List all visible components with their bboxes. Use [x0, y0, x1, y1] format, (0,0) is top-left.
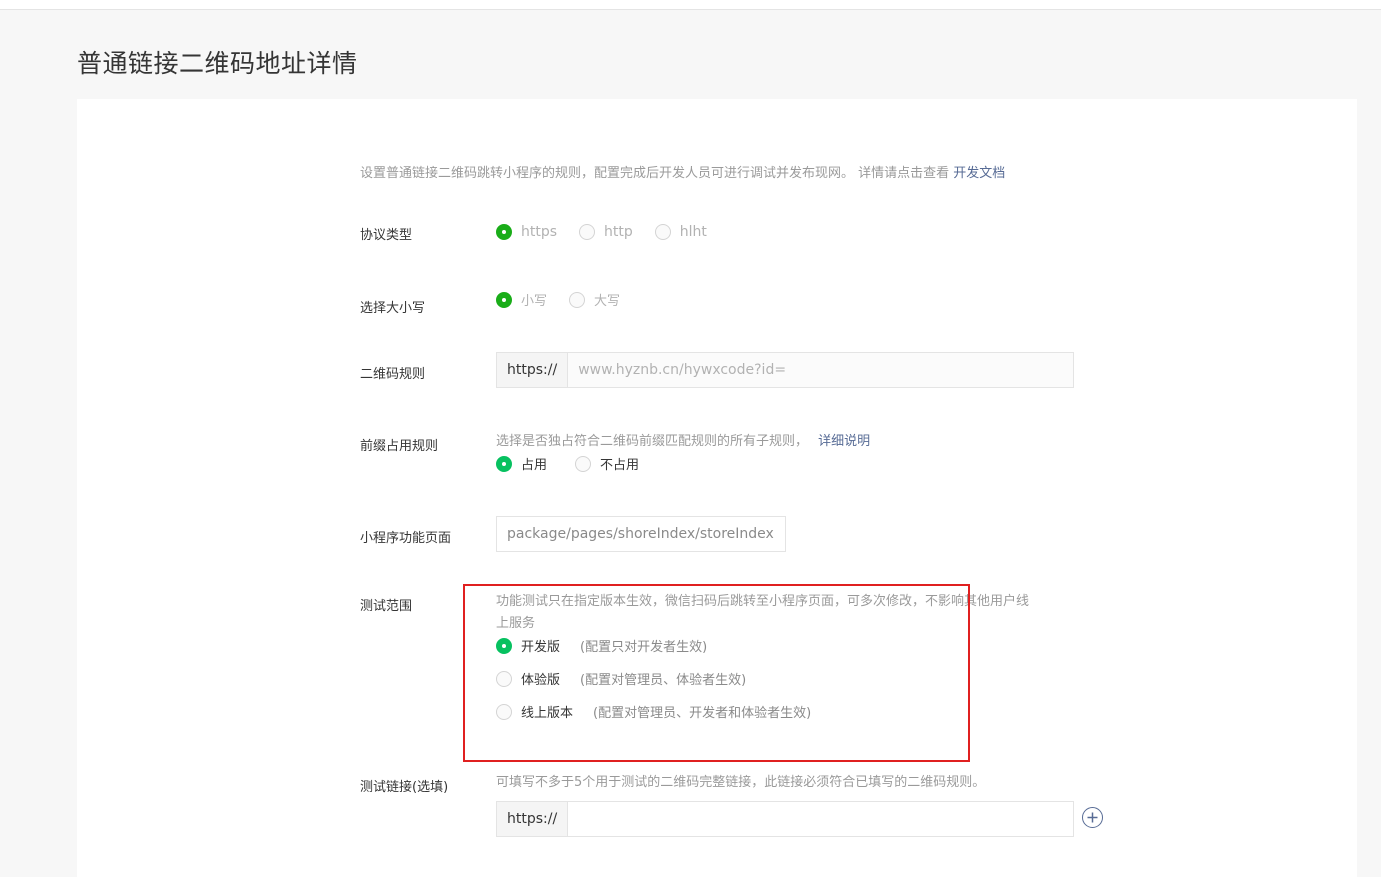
radio-unchecked-icon[interactable] [569, 291, 586, 308]
radio-unchecked-icon[interactable] [496, 703, 512, 720]
test-link-label: 测试链接(选填) [360, 780, 449, 795]
test-link-input-group: https:// [496, 801, 1074, 837]
case-radio-group: 小写 大写 [496, 290, 642, 309]
protocol-option-label: hlht [679, 224, 707, 240]
prefix-rule-help: 选择是否独占符合二维码前缀匹配规则的所有子规则， 详细说明 [496, 430, 870, 449]
protocol-radio-group: https http hlht [496, 224, 729, 240]
test-scope-option-note: (配置对管理员、体验者生效) [580, 673, 747, 688]
case-option-upper[interactable]: 大写 [569, 290, 620, 309]
case-option-label: 大写 [594, 294, 621, 309]
prefix-rule-radio-group: 占用 不占用 [496, 454, 661, 473]
dev-docs-link[interactable]: 开发文档 [953, 166, 1005, 181]
test-link-input[interactable] [568, 802, 1073, 836]
radio-unchecked-icon[interactable] [579, 224, 596, 240]
test-scope-option-label: 体验版 [521, 673, 561, 688]
radio-checked-icon[interactable] [496, 224, 512, 240]
case-option-label: 小写 [521, 294, 548, 309]
top-bar [0, 0, 1381, 10]
mini-page-input[interactable] [496, 516, 786, 552]
prefix-rule-detail-link[interactable]: 详细说明 [818, 434, 870, 449]
radio-unchecked-icon[interactable] [654, 224, 671, 240]
page-title: 普通链接二维码地址详情 [77, 49, 358, 78]
prefix-rule-help-text: 选择是否独占符合二维码前缀匹配规则的所有子规则， [496, 434, 809, 449]
intro-text: 设置普通链接二维码跳转小程序的规则，配置完成后开发人员可进行调试并发布现网。 详… [360, 162, 1005, 181]
qr-rule-input[interactable] [568, 353, 1073, 387]
test-scope-option-trial[interactable]: 体验版 (配置对管理员、体验者生效) [496, 669, 746, 688]
prefix-option-label: 不占用 [600, 458, 640, 473]
test-link-prefix: https:// [497, 802, 569, 836]
protocol-option-label: https [521, 224, 558, 240]
radio-unchecked-icon[interactable] [575, 455, 592, 472]
test-scope-option-label: 线上版本 [521, 706, 574, 721]
case-label: 选择大小写 [360, 301, 426, 316]
qr-rule-label: 二维码规则 [360, 367, 426, 382]
test-scope-option-label: 开发版 [521, 640, 561, 655]
prefix-rule-label: 前缀占用规则 [360, 439, 439, 454]
radio-checked-icon[interactable] [496, 291, 512, 308]
protocol-option-https[interactable]: https [496, 224, 557, 240]
protocol-option-label: http [604, 224, 633, 240]
protocol-option-http[interactable]: http [579, 224, 633, 240]
protocol-label: 协议类型 [360, 228, 413, 243]
prefix-option-no-occupy[interactable]: 不占用 [575, 454, 639, 473]
test-scope-label: 测试范围 [360, 599, 413, 614]
mini-page-label: 小程序功能页面 [360, 531, 452, 546]
test-scope-option-note: (配置只对开发者生效) [580, 640, 708, 655]
case-option-lower[interactable]: 小写 [496, 290, 547, 309]
radio-checked-icon[interactable] [496, 637, 512, 654]
prefix-option-label: 占用 [521, 458, 548, 473]
qr-rule-prefix: https:// [497, 353, 569, 387]
protocol-option-hlht[interactable]: hlht [654, 224, 707, 240]
intro-description: 设置普通链接二维码跳转小程序的规则，配置完成后开发人员可进行调试并发布现网。 详… [360, 166, 954, 181]
radio-checked-icon[interactable] [496, 455, 512, 472]
radio-unchecked-icon[interactable] [496, 670, 512, 687]
test-scope-option-note: (配置对管理员、开发者和体验者生效) [593, 706, 812, 721]
qr-rule-input-group: https:// [496, 352, 1074, 388]
test-scope-help-line2: 上服务 [496, 616, 536, 631]
test-link-help: 可填写不多于5个用于测试的二维码完整链接，此链接必须符合已填写的二维码规则。 [496, 775, 986, 790]
test-scope-option-online[interactable]: 线上版本 (配置对管理员、开发者和体验者生效) [496, 702, 811, 721]
plus-circle-icon[interactable] [1082, 807, 1103, 828]
prefix-option-occupy[interactable]: 占用 [496, 454, 547, 473]
test-scope-help-line1: 功能测试只在指定版本生效，微信扫码后跳转至小程序页面，可多次修改，不影响其他用户… [496, 594, 1030, 609]
content-card [77, 99, 1357, 877]
test-scope-option-dev[interactable]: 开发版 (配置只对开发者生效) [496, 636, 707, 655]
